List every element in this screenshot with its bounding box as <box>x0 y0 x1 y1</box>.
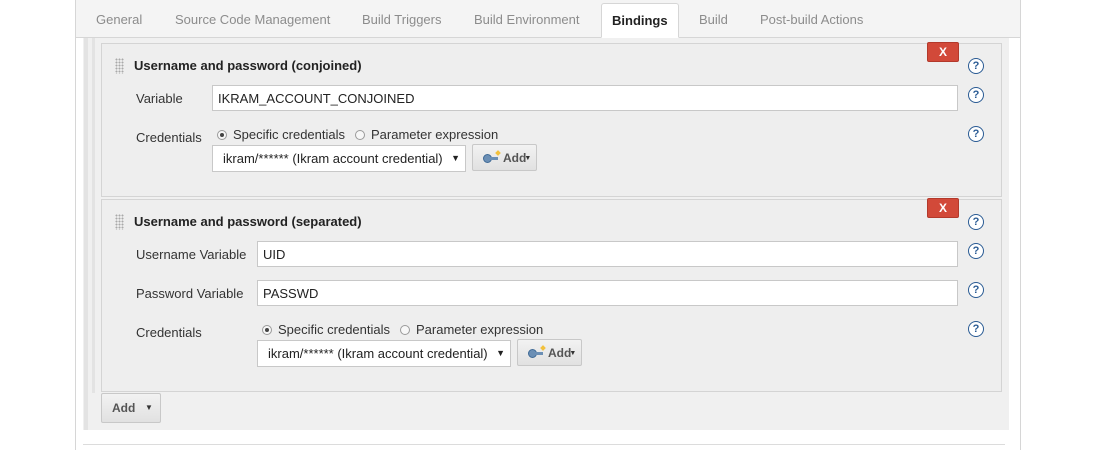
tab-bindings[interactable]: Bindings <box>601 3 679 38</box>
specific-credentials-radio[interactable] <box>262 324 272 335</box>
drag-handle-icon[interactable] <box>115 214 124 230</box>
tab-build-triggers[interactable]: Build Triggers <box>362 12 441 28</box>
credentials-select-value: ikram/****** (Ikram account credential) <box>268 346 488 361</box>
delete-binding-button[interactable]: X <box>927 198 959 218</box>
key-icon <box>528 344 546 358</box>
binding-separated: Username and password (separated) X ? Us… <box>101 198 1002 392</box>
password-variable-label: Password Variable <box>136 286 244 301</box>
add-binding-button[interactable]: Add ▼ <box>101 393 161 423</box>
config-tab-bar: General Source Code Management Build Tri… <box>76 0 1020 38</box>
drag-handle-icon[interactable] <box>115 58 124 74</box>
section-divider <box>83 444 1005 445</box>
config-page: General Source Code Management Build Tri… <box>75 0 1021 450</box>
credentials-mode: Specific credentials Parameter expressio… <box>217 127 508 142</box>
help-icon[interactable]: ? <box>968 282 984 298</box>
help-icon[interactable]: ? <box>968 321 984 337</box>
chevron-down-icon: ▼ <box>569 350 577 357</box>
binding-conjoined: Username and password (conjoined) X ? Va… <box>101 42 1002 197</box>
chevron-down-icon: ▼ <box>496 348 505 358</box>
help-icon[interactable]: ? <box>968 214 984 230</box>
delete-binding-button[interactable]: X <box>927 42 959 62</box>
variable-label: Variable <box>136 91 183 106</box>
password-variable-input[interactable] <box>257 280 958 306</box>
specific-credentials-label[interactable]: Specific credentials <box>233 127 345 142</box>
help-icon[interactable]: ? <box>968 58 984 74</box>
credentials-label: Credentials <box>136 325 202 340</box>
parameter-expression-label[interactable]: Parameter expression <box>371 127 498 142</box>
chevron-down-icon: ▼ <box>524 155 532 162</box>
parameter-expression-label[interactable]: Parameter expression <box>416 322 543 337</box>
add-binding-label: Add <box>112 401 136 415</box>
credentials-mode: Specific credentials Parameter expressio… <box>262 322 553 337</box>
add-credential-label: Add <box>548 345 572 360</box>
specific-credentials-label[interactable]: Specific credentials <box>278 322 390 337</box>
help-icon[interactable]: ? <box>968 87 984 103</box>
credentials-select[interactable]: ikram/****** (Ikram account credential) … <box>257 340 511 367</box>
tab-post-build-actions[interactable]: Post-build Actions <box>760 12 863 28</box>
key-icon <box>483 149 501 163</box>
variable-input[interactable] <box>212 85 958 111</box>
tab-source-code-management[interactable]: Source Code Management <box>175 12 330 28</box>
username-variable-input[interactable] <box>257 241 958 267</box>
credentials-select-value: ikram/****** (Ikram account credential) <box>223 151 443 166</box>
username-variable-label: Username Variable <box>136 247 247 262</box>
add-credential-button[interactable]: Add ▼ <box>517 339 582 366</box>
parameter-expression-radio[interactable] <box>355 129 365 140</box>
tab-build[interactable]: Build <box>699 12 728 28</box>
parameter-expression-radio[interactable] <box>400 324 410 335</box>
binding-title: Username and password (separated) <box>134 214 362 229</box>
specific-credentials-radio[interactable] <box>217 129 227 140</box>
add-credential-button[interactable]: Add ▼ <box>472 144 537 171</box>
binding-title: Username and password (conjoined) <box>134 58 362 73</box>
help-icon[interactable]: ? <box>968 126 984 142</box>
section-rail-inner <box>92 38 95 393</box>
help-icon[interactable]: ? <box>968 243 984 259</box>
credentials-select[interactable]: ikram/****** (Ikram account credential) … <box>212 145 466 172</box>
section-rail <box>84 38 88 430</box>
chevron-down-icon: ▼ <box>145 403 153 412</box>
chevron-down-icon: ▼ <box>451 153 460 163</box>
tab-build-environment[interactable]: Build Environment <box>474 12 580 28</box>
add-credential-label: Add <box>503 150 527 165</box>
credentials-label: Credentials <box>136 130 202 145</box>
tab-general[interactable]: General <box>96 12 142 28</box>
